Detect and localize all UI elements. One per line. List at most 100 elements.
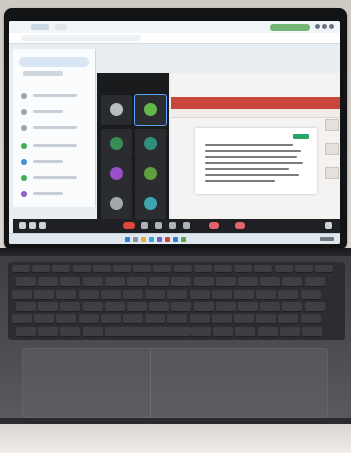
search-icon[interactable] [133,237,138,242]
mail-icon[interactable] [173,237,178,242]
keyboard-key[interactable] [215,301,236,312]
reactions-icon[interactable] [169,222,176,229]
keyboard-key[interactable] [234,289,254,300]
keyboard-key[interactable] [171,277,192,288]
keyboard-key[interactable] [104,301,125,312]
browser-tab[interactable] [31,24,49,30]
keyboard-key[interactable] [82,326,103,337]
slide-thumbnail[interactable] [325,143,339,155]
keyboard-key[interactable] [34,314,55,325]
video-tile[interactable] [101,129,132,159]
keyboard-key[interactable] [254,265,273,273]
video-tile[interactable] [101,159,132,189]
keyboard-key[interactable] [167,314,188,325]
camera-icon[interactable] [29,222,36,229]
keyboard-key[interactable] [38,301,59,312]
keyboard-key[interactable] [215,277,236,288]
share-icon[interactable] [141,222,148,229]
video-tile[interactable] [134,94,167,126]
keyboard-key[interactable] [193,265,212,273]
keyboard-key[interactable] [193,301,214,312]
keyboard-key[interactable] [304,277,325,288]
video-tile[interactable] [135,129,166,159]
keyboard-key[interactable] [193,277,214,288]
keyboard-key[interactable] [257,326,278,337]
keyboard-key[interactable] [214,265,232,273]
powerpoint-icon[interactable] [165,237,170,242]
keyboard-key[interactable] [167,289,188,300]
participants-icon[interactable] [39,222,46,229]
keyboard-key[interactable] [104,326,191,337]
browser-tab[interactable] [55,24,67,30]
keyboard-key[interactable] [149,277,170,288]
start-icon[interactable] [125,237,130,242]
keyboard-key[interactable] [278,289,299,300]
maximize-icon[interactable] [322,24,327,29]
keyboard-key[interactable] [260,277,281,288]
keyboard-key[interactable] [274,265,293,273]
url-field[interactable] [21,35,141,41]
browser-icon[interactable] [149,237,154,242]
video-tile[interactable] [135,159,166,189]
keyboard-key[interactable] [235,326,256,337]
mic-icon[interactable] [19,222,26,229]
keyboard-key[interactable] [282,277,303,288]
chat-icon[interactable] [155,222,162,229]
address-bar[interactable] [9,33,340,44]
keyboard-key[interactable] [279,326,300,337]
keyboard-key[interactable] [189,314,210,325]
keyboard-key[interactable] [16,301,36,312]
keyboard-key[interactable] [256,314,277,325]
keyboard-key[interactable] [92,265,111,273]
keyboard-key[interactable] [12,265,30,273]
raise-hand-icon[interactable] [209,222,219,229]
keyboard-key[interactable] [52,265,71,273]
keyboard-key[interactable] [260,301,281,312]
keyboard-key[interactable] [38,277,59,288]
keyboard-key[interactable] [173,265,192,273]
keyboard-key[interactable] [16,326,36,337]
minimize-icon[interactable] [315,24,320,29]
keyboard-key[interactable] [211,289,232,300]
keyboard-key[interactable] [100,289,121,300]
keyboard-key[interactable] [211,314,232,325]
keyboard-key[interactable] [234,265,253,273]
keyboard-key[interactable] [60,277,81,288]
keyboard-key[interactable] [300,314,321,325]
keyboard-key[interactable] [278,314,299,325]
keyboard-key[interactable] [78,289,99,300]
keyboard-key[interactable] [189,289,210,300]
keyboard-key[interactable] [123,289,143,300]
keyboard-key[interactable] [149,301,170,312]
keyboard-key[interactable] [282,301,303,312]
keyboard-key[interactable] [133,265,152,273]
keyboard-key[interactable] [56,289,77,300]
app-icon[interactable] [181,237,186,242]
keyboard-key[interactable] [82,301,103,312]
keyboard-key[interactable] [12,289,32,300]
keyboard-key[interactable] [82,277,103,288]
close-icon[interactable] [329,24,334,29]
keyboard-key[interactable] [127,277,147,288]
keyboard-key[interactable] [234,314,254,325]
keyboard-key[interactable] [34,289,55,300]
slide-thumbnail[interactable] [325,167,339,179]
keyboard-key[interactable] [60,301,81,312]
keyboard-key[interactable] [127,301,147,312]
keyboard-key[interactable] [104,277,125,288]
keyboard-key[interactable] [302,326,322,337]
keyboard-key[interactable] [100,314,121,325]
keyboard-key[interactable] [238,301,258,312]
keyboard-key[interactable] [300,289,321,300]
keyboard-key[interactable] [123,314,143,325]
panel-search-input[interactable] [19,57,89,67]
keyboard-key[interactable] [56,314,77,325]
slide-thumbnail[interactable] [325,119,339,131]
keyboard-key[interactable] [256,289,277,300]
keyboard-key[interactable] [145,314,166,325]
keyboard-key[interactable] [191,326,211,337]
keyboard-key[interactable] [60,326,81,337]
video-tile[interactable] [101,189,132,219]
leave-icon[interactable] [235,222,245,229]
settings-icon[interactable] [325,222,332,229]
